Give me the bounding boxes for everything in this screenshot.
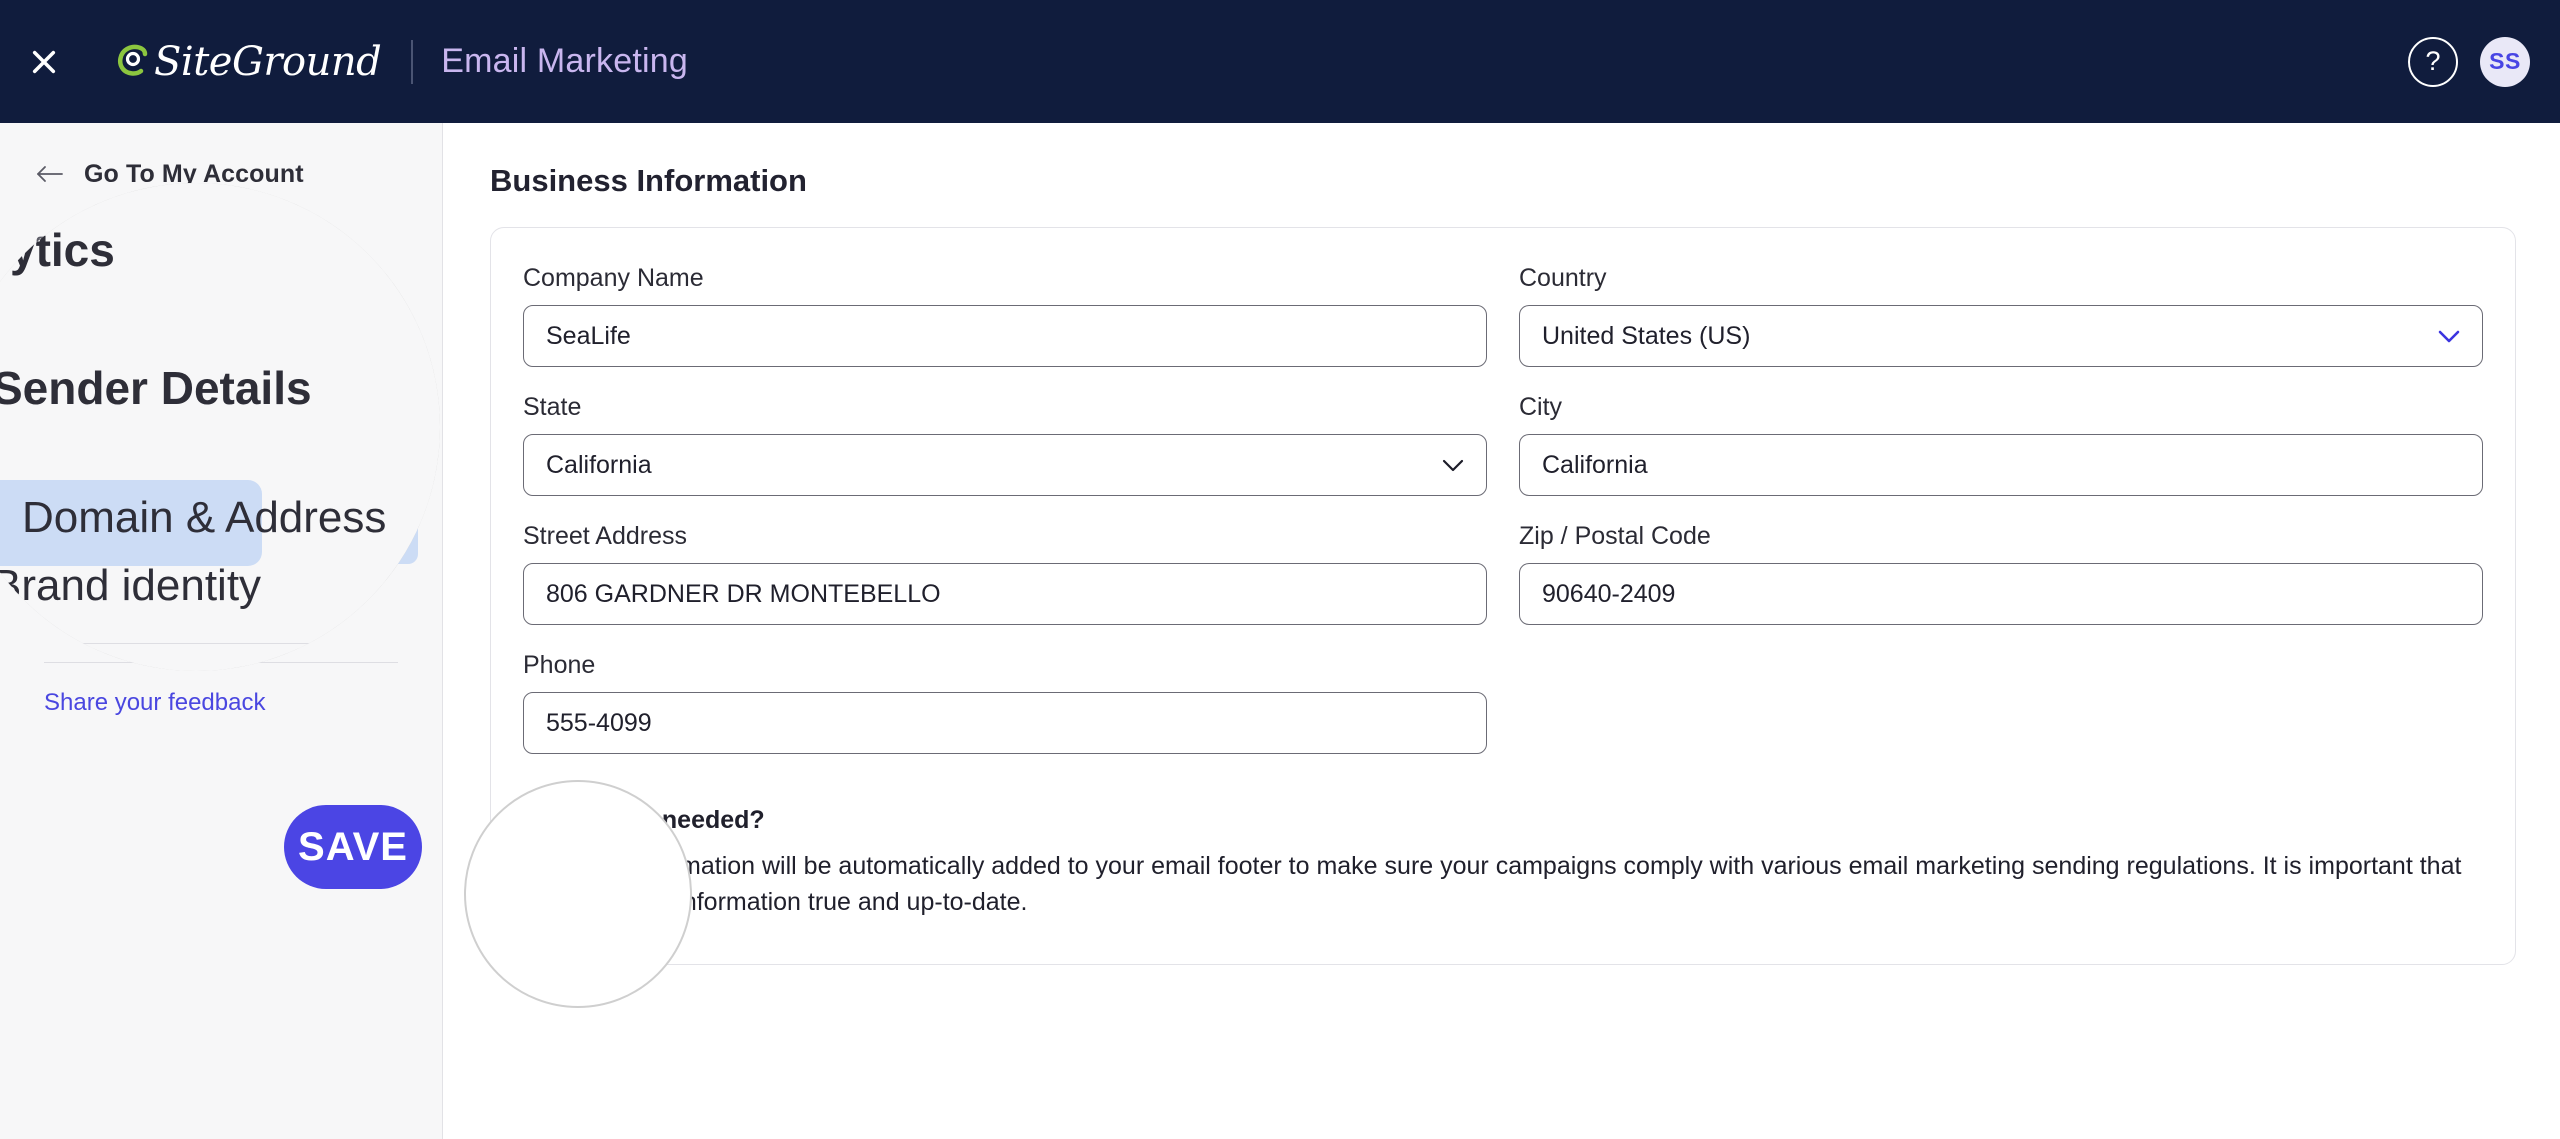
- select-value: California: [546, 450, 652, 479]
- magnified-brand-identity-label: Brand identity: [0, 561, 262, 610]
- field-state: State California: [523, 393, 1487, 496]
- field-label: City: [1519, 393, 1563, 421]
- street-address-input[interactable]: 806 GARDNER DR MONTEBELLO: [523, 563, 1487, 625]
- page-title: Business Information: [490, 163, 807, 198]
- form-grid: Company Name SeaLife Country United Stat…: [523, 264, 2483, 780]
- input-value: 806 GARDNER DR MONTEBELLO: [546, 579, 941, 608]
- why-needed-title: Why is this needed?: [523, 806, 765, 834]
- state-select[interactable]: California: [523, 434, 1487, 496]
- company-name-input[interactable]: SeaLife: [523, 305, 1487, 367]
- close-icon[interactable]: [22, 40, 66, 84]
- select-value: United States (US): [1542, 321, 1751, 350]
- header-divider: [411, 39, 414, 84]
- magnified-active-highlight: [0, 480, 262, 566]
- chevron-down-icon[interactable]: [2436, 328, 2462, 344]
- brand-logo[interactable]: SiteGround: [112, 38, 382, 85]
- field-phone: Phone 555-4099: [523, 651, 1487, 754]
- field-street-address: Street Address 806 GARDNER DR MONTEBELLO: [523, 522, 1487, 625]
- save-button[interactable]: SAVE: [284, 805, 422, 889]
- field-label: Country: [1519, 264, 1607, 292]
- phone-input[interactable]: 555-4099: [523, 692, 1487, 754]
- country-select[interactable]: United States (US): [1519, 305, 2483, 367]
- top-bar: SiteGround Email Marketing ? SS: [0, 0, 2560, 123]
- zip-input[interactable]: 90640-2409: [1519, 563, 2483, 625]
- field-label: State: [523, 393, 582, 421]
- city-input[interactable]: California: [1519, 434, 2483, 496]
- siteground-mark-icon: [112, 42, 152, 82]
- field-label: Company Name: [523, 264, 704, 292]
- magnified-sender-details-label: Sender Details: [0, 362, 312, 414]
- input-value: 555-4099: [546, 708, 652, 737]
- input-value: 90640-2409: [1542, 579, 1676, 608]
- field-label: Street Address: [523, 522, 687, 550]
- magnifier-lens-save: [464, 780, 692, 1008]
- main-content: Business Information Company Name SeaLif…: [444, 123, 2560, 1139]
- share-feedback-link[interactable]: Share your feedback: [0, 689, 442, 717]
- field-city: City California: [1519, 393, 2483, 496]
- app-title: Email Marketing: [441, 42, 688, 80]
- top-bar-actions: ? SS: [2408, 0, 2530, 123]
- arrow-left-icon: [36, 164, 70, 184]
- brand-name: SiteGround: [154, 38, 382, 85]
- field-country: Country United States (US): [1519, 264, 2483, 367]
- avatar[interactable]: SS: [2480, 36, 2530, 87]
- input-value: SeaLife: [546, 321, 631, 350]
- field-zip: Zip / Postal Code 90640-2409: [1519, 522, 2483, 625]
- chevron-down-icon[interactable]: [1440, 457, 1466, 473]
- business-information-card: Company Name SeaLife Country United Stat…: [490, 227, 2516, 965]
- help-icon[interactable]: ?: [2408, 36, 2458, 87]
- field-label: Zip / Postal Code: [1519, 522, 1711, 550]
- why-needed-body: Business information will be automatical…: [523, 852, 2462, 916]
- field-company-name: Company Name SeaLife: [523, 264, 1487, 367]
- form-grid-spacer: [1519, 651, 2483, 780]
- field-label: Phone: [523, 651, 596, 679]
- input-value: California: [1542, 450, 1648, 479]
